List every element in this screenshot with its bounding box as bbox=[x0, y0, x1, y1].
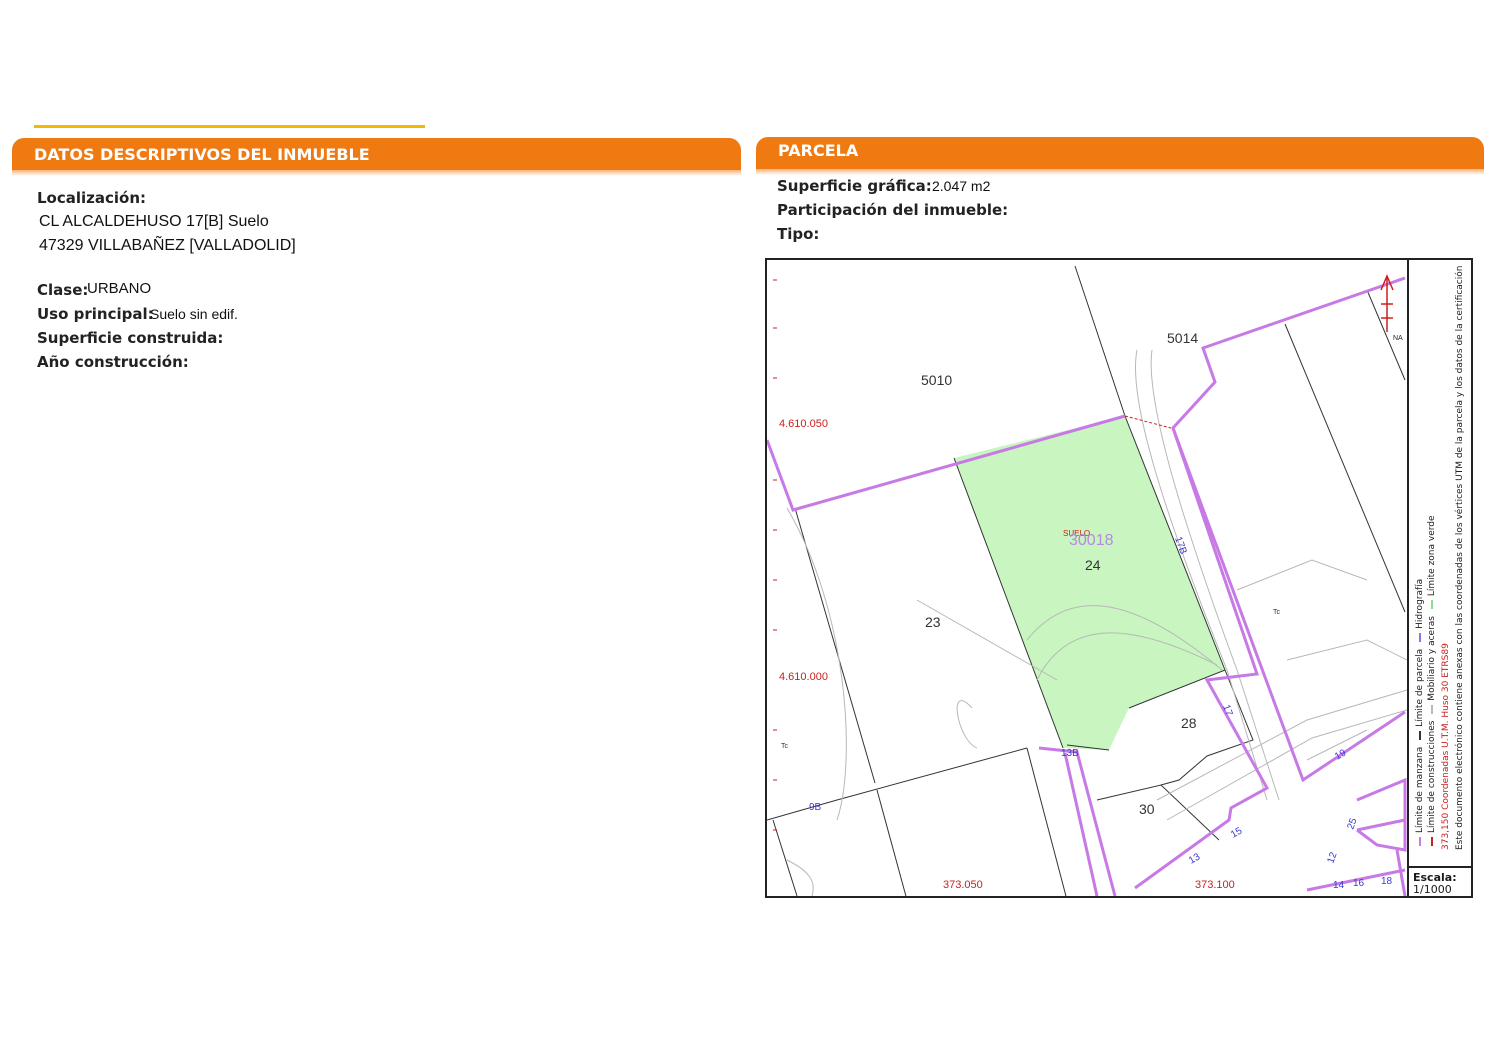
legend-row-1: Límite de manzana Límite de parcela Hidr… bbox=[1415, 579, 1425, 850]
address-line-1: CL ALCALDEHUSO 17[B] Suelo bbox=[39, 213, 269, 230]
symbol-tc-2: Tc bbox=[781, 743, 789, 750]
clase-label: Clase: bbox=[37, 281, 89, 299]
clase-value: URBANO bbox=[87, 280, 152, 297]
parcel-label-5010: 5010 bbox=[921, 372, 952, 388]
north-arrow-icon bbox=[1380, 274, 1394, 332]
legend-certification-text: Este documento electrónico contiene anex… bbox=[1455, 265, 1465, 850]
street-number-13: 13 bbox=[1187, 851, 1203, 866]
superficie-grafica-label: Superficie gráfica: bbox=[777, 177, 932, 195]
parcel-label-5014: 5014 bbox=[1167, 330, 1198, 346]
address-line-2: 47329 VILLABAÑEZ [VALLADOLID] bbox=[39, 237, 296, 254]
coord-x-373100: 373.100 bbox=[1195, 879, 1235, 891]
parcela-title: PARCELA bbox=[778, 141, 859, 160]
street-number-14: 14 bbox=[1333, 880, 1345, 891]
header-accent-rule bbox=[34, 125, 425, 128]
legend-limite-parcela: Límite de parcela bbox=[1415, 648, 1425, 727]
anio-construccion-label: Año construcción: bbox=[37, 353, 189, 371]
north-label: NA bbox=[1393, 335, 1403, 342]
parcel-label-24: 24 bbox=[1085, 557, 1101, 573]
superficie-construida-label: Superficie construida: bbox=[37, 329, 224, 347]
parcela-header: PARCELA bbox=[756, 137, 1484, 175]
coord-y-4610050: 4.610.050 bbox=[779, 418, 828, 430]
participacion-label: Participación del inmueble: bbox=[777, 201, 1009, 219]
parcel-label-28: 28 bbox=[1181, 715, 1197, 731]
street-number-9b: 9B bbox=[809, 802, 822, 813]
legend-hidrografia: Hidrografía bbox=[1415, 578, 1425, 629]
datos-descriptivos-header: DATOS DESCRIPTIVOS DEL INMUEBLE bbox=[12, 138, 741, 176]
street-number-12: 12 bbox=[1325, 850, 1339, 865]
legend-row-2: Límite de construcciones Mobiliario y ac… bbox=[1427, 515, 1437, 850]
coord-y-4610000: 4.610.000 bbox=[779, 671, 828, 683]
uso-principal-value: Suelo sin edif. bbox=[150, 306, 238, 322]
legend-limite-zona-verde: Límite zona verde bbox=[1427, 515, 1437, 597]
legend-mobiliario-aceras: Mobiliario y aceras bbox=[1427, 616, 1437, 701]
parcel-label-30: 30 bbox=[1139, 801, 1155, 817]
map-legend: Límite de manzana Límite de parcela Hidr… bbox=[1407, 260, 1471, 866]
legend-limite-construcciones: Límite de construcciones bbox=[1427, 720, 1437, 833]
legend-limite-manzana: Límite de manzana bbox=[1415, 746, 1425, 833]
parcel-24-area bbox=[954, 416, 1225, 750]
tipo-label: Tipo: bbox=[777, 225, 820, 243]
datos-descriptivos-title: DATOS DESCRIPTIVOS DEL INMUEBLE bbox=[34, 145, 370, 164]
street-number-17: 17 bbox=[1220, 703, 1234, 718]
parcel-ref-label: 30018 bbox=[1069, 532, 1114, 549]
street-number-16: 16 bbox=[1353, 878, 1365, 889]
street-number-18: 18 bbox=[1381, 876, 1393, 887]
map-canvas: NA SUELO 30018 5014 5010 24 23 28 30 4.6… bbox=[767, 265, 1407, 896]
coord-x-373050: 373.050 bbox=[943, 879, 983, 891]
cadastral-map: NA SUELO 30018 5014 5010 24 23 28 30 4.6… bbox=[765, 258, 1473, 898]
legend-coords-text: 373,150 Coordenadas U.T.M. Huso 30 ETRS8… bbox=[1441, 643, 1451, 850]
uso-principal-label: Uso principal: bbox=[37, 305, 154, 323]
scale-box: Escala: 1/1000 bbox=[1407, 866, 1471, 896]
street-number-13b: 13B bbox=[1061, 748, 1079, 759]
localizacion-label: Localización: bbox=[37, 189, 147, 207]
scale-value: 1/1000 bbox=[1413, 883, 1452, 896]
street-number-15: 15 bbox=[1229, 825, 1245, 840]
parcel-label-23: 23 bbox=[925, 614, 941, 630]
symbol-tc-1: Tc bbox=[1273, 609, 1281, 616]
superficie-grafica-value: 2.047 m2 bbox=[932, 178, 991, 194]
